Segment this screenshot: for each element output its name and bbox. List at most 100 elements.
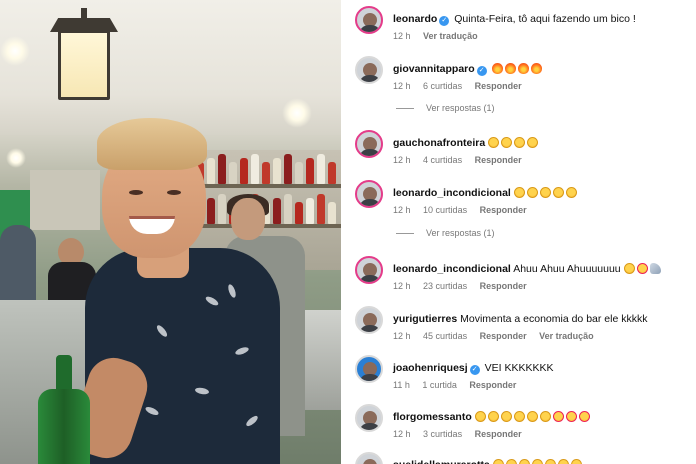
avatar[interactable] <box>355 130 383 158</box>
rocket-emoji-icon <box>649 263 661 274</box>
view-replies-label[interactable]: Ver respostas (1) <box>426 228 495 238</box>
starstruck-emoji-icon <box>578 411 590 422</box>
comment-body: leonardo ✓ Quinta-Feira, tô aqui fazendo … <box>393 12 636 26</box>
avatar[interactable] <box>355 256 383 284</box>
translate-link[interactable]: Ver tradução <box>539 331 594 341</box>
emoji-list <box>513 187 579 199</box>
avatar[interactable] <box>355 404 383 432</box>
comment-username[interactable]: suelidellamurarotta <box>393 459 490 464</box>
steel-sink <box>300 310 341 410</box>
comment-body: suelidellamurarotta <box>393 458 584 464</box>
laugh-emoji-icon <box>565 187 577 198</box>
reply-button[interactable]: Responder <box>480 205 527 215</box>
avatar[interactable] <box>355 6 383 34</box>
comment-body: yurigutierres Movimenta a economia do ba… <box>393 312 647 326</box>
bottle <box>328 202 336 224</box>
background-person <box>0 225 36 305</box>
comment-body: joaohenriquesj ✓ VEI KKKKKKK <box>393 361 553 375</box>
comment-meta: 11 h 1 curtida Responder <box>393 380 526 390</box>
laugh-emoji-icon <box>518 459 530 464</box>
fire-emoji-icon <box>504 63 516 74</box>
reply-button[interactable]: Responder <box>475 429 522 439</box>
laugh-emoji-icon <box>531 459 543 464</box>
laugh-emoji-icon <box>501 137 513 148</box>
comments-panel[interactable]: leonardo ✓ Quinta-Feira, tô aqui fazendo … <box>341 0 696 464</box>
laugh-emoji-icon <box>557 459 569 464</box>
avatar[interactable] <box>355 180 383 208</box>
comment-meta: 12 h 6 curtidas Responder <box>393 81 532 91</box>
reply-button[interactable]: Responder <box>480 281 527 291</box>
reply-button[interactable]: Responder <box>469 380 516 390</box>
comment-time: 12 h <box>393 31 411 41</box>
comment-meta: 12 h 10 curtidas Responder <box>393 205 537 215</box>
view-replies-link[interactable]: Ver respostas (1) <box>396 103 495 113</box>
comment-username[interactable]: yurigutierres <box>393 313 457 325</box>
avatar[interactable] <box>355 452 383 464</box>
comment-time: 12 h <box>393 429 411 439</box>
laugh-emoji-icon <box>513 411 525 422</box>
comment-time: 12 h <box>393 205 411 215</box>
comment-meta: 12 h 4 curtidas Responder <box>393 155 532 165</box>
comment-username[interactable]: gauchonafronteira <box>393 137 485 149</box>
laugh-emoji-icon <box>505 459 517 464</box>
verified-badge-icon: ✓ <box>439 16 450 26</box>
laugh-emoji-icon <box>552 187 564 198</box>
like-count[interactable]: 3 curtidas <box>423 429 462 439</box>
comment-username[interactable]: joaohenriquesj <box>393 362 468 374</box>
comment-meta: 12 h 23 curtidas Responder <box>393 281 537 291</box>
laugh-emoji-icon <box>526 187 538 198</box>
comment-username[interactable]: leonardo <box>393 13 437 25</box>
like-count[interactable]: 6 curtidas <box>423 81 462 91</box>
bottle <box>328 162 336 184</box>
like-count[interactable]: 45 curtidas <box>423 331 467 341</box>
emoji-list <box>492 459 584 464</box>
comment-username[interactable]: leonardo_incondicional <box>393 187 511 199</box>
bottle <box>306 198 314 224</box>
comment-body: giovannitapparo ✓ <box>393 62 544 76</box>
comment-meta: 12 h 45 curtidas Responder Ver tradução <box>393 331 604 341</box>
laugh-emoji-icon <box>539 187 551 198</box>
comment-body: florgomessanto <box>393 410 592 424</box>
comment-time: 11 h <box>393 380 410 390</box>
fire-emoji-icon <box>517 63 529 74</box>
reply-button[interactable]: Responder <box>475 155 522 165</box>
laugh-emoji-icon <box>570 459 582 464</box>
avatar[interactable] <box>355 355 383 383</box>
view-replies-label[interactable]: Ver respostas (1) <box>426 103 495 113</box>
comment-username[interactable]: giovannitapparo <box>393 63 475 75</box>
reply-button[interactable]: Responder <box>475 81 522 91</box>
avatar[interactable] <box>355 306 383 334</box>
laugh-emoji-icon <box>527 137 539 148</box>
comment-text: Quinta-Feira, tô aqui fazendo um bico ! <box>454 13 636 25</box>
comment-body: leonardo_incondicional Ahuu Ahuu Ahuuuuu… <box>393 262 663 276</box>
starstruck-emoji-icon <box>636 263 648 274</box>
comment-username[interactable]: leonardo_incondicional <box>393 263 511 275</box>
comment-time: 12 h <box>393 281 411 291</box>
like-count[interactable]: 10 curtidas <box>423 205 467 215</box>
laugh-emoji-icon <box>492 459 504 464</box>
fire-emoji-icon <box>491 63 503 74</box>
fire-emoji-icon <box>530 63 542 74</box>
reply-button[interactable]: Responder <box>480 331 527 341</box>
bottle <box>317 154 325 184</box>
laugh-emoji-icon <box>526 411 538 422</box>
like-count[interactable]: 23 curtidas <box>423 281 467 291</box>
starstruck-emoji-icon <box>565 411 577 422</box>
avatar[interactable] <box>355 56 383 84</box>
laugh-emoji-icon <box>544 459 556 464</box>
bottle <box>306 158 314 184</box>
laugh-emoji-icon <box>474 411 486 422</box>
comment-body: leonardo_incondicional <box>393 186 579 200</box>
smiling-man <box>66 118 305 464</box>
ceiling-light <box>0 36 30 66</box>
translate-link[interactable]: Ver tradução <box>423 31 478 41</box>
laugh-emoji-icon <box>513 187 525 198</box>
emoji-list <box>491 63 544 75</box>
like-count[interactable]: 4 curtidas <box>423 155 462 165</box>
emoji-list <box>623 263 663 275</box>
view-replies-link[interactable]: Ver respostas (1) <box>396 228 495 238</box>
comment-username[interactable]: florgomessanto <box>393 411 472 423</box>
comment-time: 12 h <box>393 81 411 91</box>
comment-meta: 12 h Ver tradução <box>393 31 488 41</box>
like-count[interactable]: 1 curtida <box>422 380 457 390</box>
